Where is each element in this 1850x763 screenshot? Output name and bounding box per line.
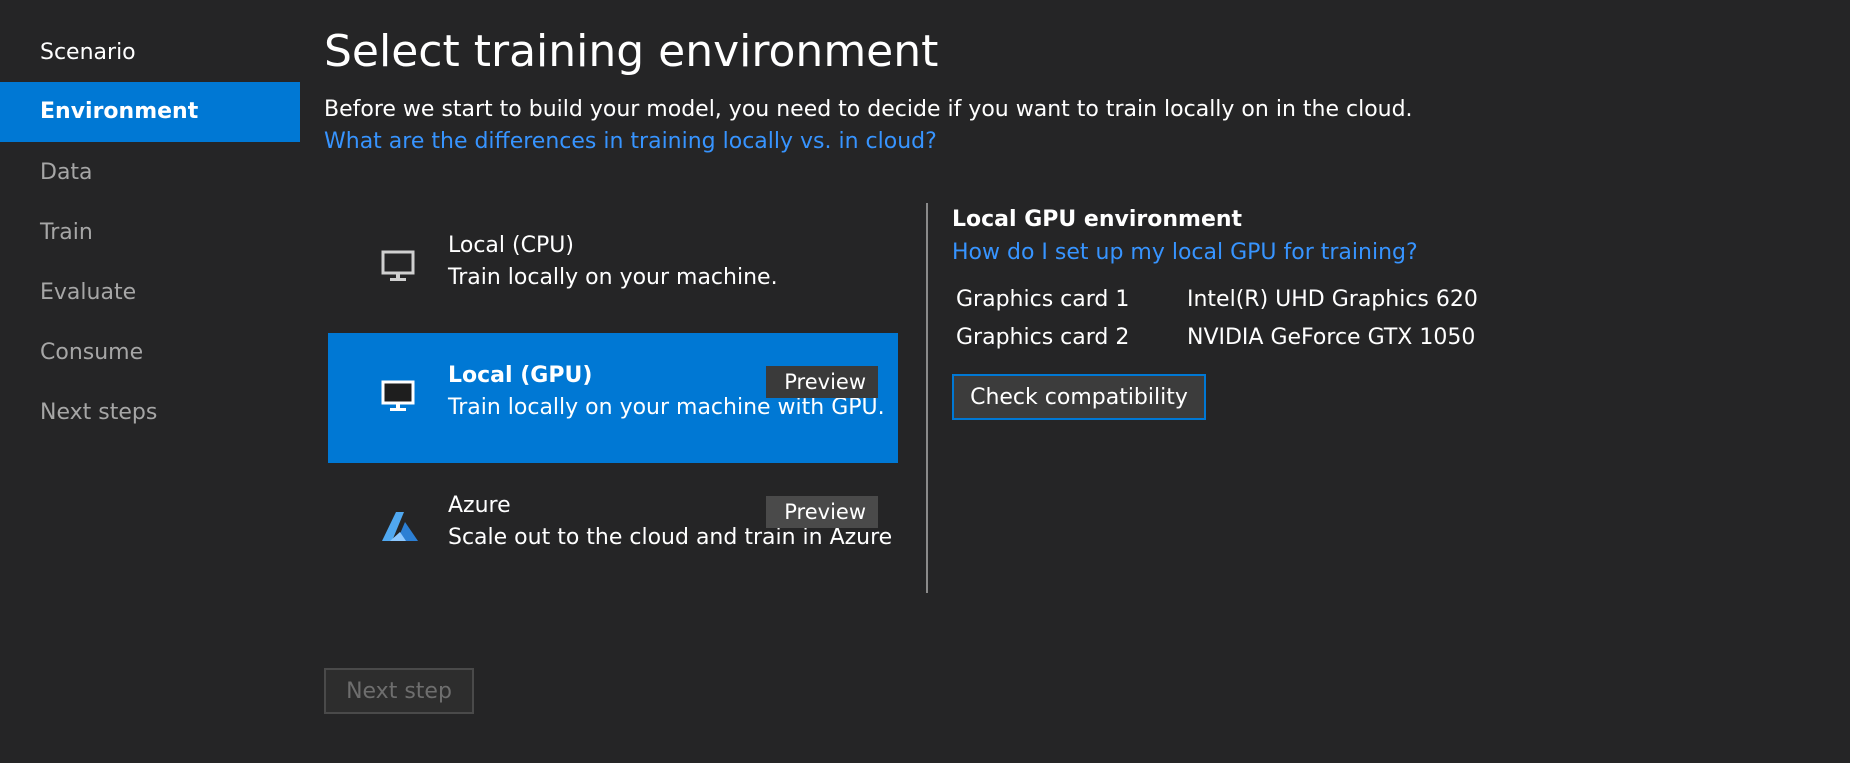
sidebar-item-train[interactable]: Train [0, 203, 300, 263]
sidebar-item-consume[interactable]: Consume [0, 323, 300, 383]
option-local-cpu[interactable]: Local (CPU) Train locally on your machin… [328, 203, 898, 333]
sidebar-item-environment[interactable]: Environment [0, 82, 300, 142]
preview-badge: Preview [766, 496, 878, 528]
check-compatibility-button[interactable]: Check compatibility [952, 374, 1206, 420]
azure-icon [380, 508, 418, 544]
graphics-card-label: Graphics card 2 [956, 325, 1130, 350]
next-step-button[interactable]: Next step [324, 668, 474, 714]
monitor-icon [380, 248, 416, 284]
graphics-card-value: Intel(R) UHD Graphics 620 [1187, 287, 1478, 312]
graphics-card-row: Graphics card 1 Intel(R) UHD Graphics 62… [956, 287, 1478, 312]
graphics-card-row: Graphics card 2 NVIDIA GeForce GTX 1050 [956, 325, 1475, 350]
option-title: Azure [448, 493, 511, 518]
option-azure[interactable]: Azure Scale out to the cloud and train i… [328, 463, 898, 593]
sidebar-item-scenario[interactable]: Scenario [0, 23, 300, 83]
option-description: Scale out to the cloud and train in Azur… [448, 525, 893, 550]
sidebar-item-next-steps[interactable]: Next steps [0, 383, 300, 443]
preview-badge: Preview [766, 366, 878, 398]
option-description: Train locally on your machine. [448, 265, 778, 290]
sidebar-item-data[interactable]: Data [0, 143, 300, 203]
option-title: Local (GPU) [448, 363, 593, 388]
monitor-icon [380, 378, 416, 414]
option-local-gpu[interactable]: Local (GPU) Train locally on your machin… [328, 333, 898, 463]
vertical-divider [926, 203, 928, 593]
page-title: Select training environment [324, 26, 939, 77]
graphics-card-label: Graphics card 1 [956, 287, 1130, 312]
graphics-card-value: NVIDIA GeForce GTX 1050 [1187, 325, 1476, 350]
option-title: Local (CPU) [448, 233, 574, 258]
sidebar-nav: Scenario Environment Data Train Evaluate… [0, 0, 300, 763]
app-window: Scenario Environment Data Train Evaluate… [0, 0, 1850, 763]
page-subtitle: Before we start to build your model, you… [324, 97, 1413, 122]
gpu-setup-link[interactable]: How do I set up my local GPU for trainin… [952, 240, 1418, 265]
differences-link[interactable]: What are the differences in training loc… [324, 129, 937, 154]
sidebar-item-evaluate[interactable]: Evaluate [0, 263, 300, 323]
panel-title: Local GPU environment [952, 207, 1243, 232]
option-description: Train locally on your machine with GPU. [448, 395, 885, 420]
